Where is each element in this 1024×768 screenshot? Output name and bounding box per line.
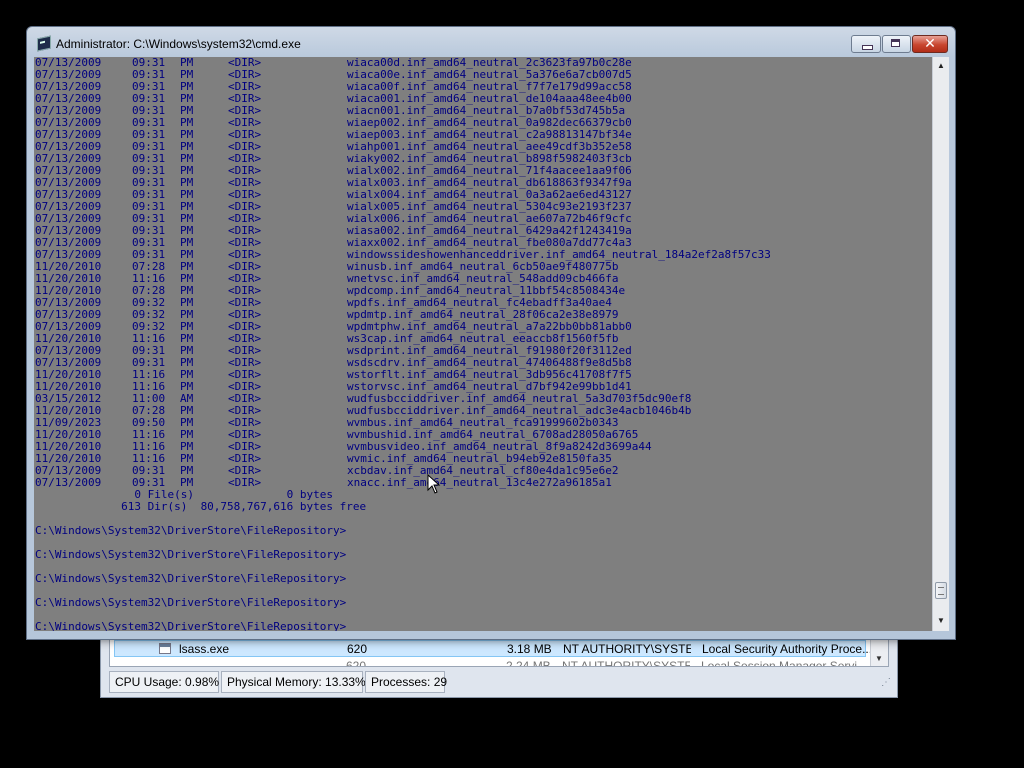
process-description: Local Session Manager Servi... xyxy=(701,659,868,667)
process-description: Local Security Authority Proce... xyxy=(702,642,873,656)
scroll-up-arrow-icon[interactable]: ▲ xyxy=(933,58,949,74)
command-prompt-line[interactable]: C:\Windows\System32\DriverStore\FileRepo… xyxy=(35,597,346,609)
process-count: Processes: 29 xyxy=(365,671,447,693)
close-button[interactable]: ✕ xyxy=(912,35,948,53)
resize-grip-icon[interactable]: ⋰ xyxy=(881,677,891,688)
command-prompt-line[interactable]: C:\Windows\System32\DriverStore\FileRepo… xyxy=(35,621,346,632)
entry-name: xnacc.inf_amd64_neutral_13c4e272a96185a1 xyxy=(347,476,612,489)
process-user: NT AUTHORITY\SYSTEM xyxy=(563,642,691,656)
cpu-usage: CPU Usage: 0.98% xyxy=(109,671,219,693)
process-user: NT AUTHORITY\SYSTEM xyxy=(562,659,690,667)
scroll-down-arrow-icon[interactable]: ▼ xyxy=(933,613,949,629)
scroll-thumb[interactable] xyxy=(935,582,947,599)
process-name: lsass.exe xyxy=(179,642,230,656)
dir-summary-line: 613 Dir(s) 80,758,767,616 bytes free xyxy=(35,500,367,513)
process-icon xyxy=(159,643,171,654)
window-title: Administrator: C:\Windows\system32\cmd.e… xyxy=(56,37,301,51)
command-prompt-line[interactable]: C:\Windows\System32\DriverStore\FileRepo… xyxy=(35,549,346,561)
process-pid: 620 xyxy=(347,642,368,656)
process-row[interactable]: 620 2.24 MB NT AUTHORITY\SYSTEM Local Se… xyxy=(114,658,867,667)
console-scrollbar[interactable]: ▲ ▼ xyxy=(932,57,949,631)
process-list-scrollbar[interactable]: ▼ xyxy=(870,638,888,666)
console-output[interactable]: 07/13/2009 09:31 PM <DIR> wiaca00d.inf_amd64… xyxy=(34,57,932,631)
command-prompt-line[interactable]: C:\Windows\System32\DriverStore\FileRepo… xyxy=(35,573,346,585)
process-list[interactable]: lsass.exe 620 3.18 MB NT AUTHORITY\SYSTE… xyxy=(109,637,889,667)
maximize-button[interactable] xyxy=(882,35,911,53)
process-row-selected[interactable]: lsass.exe 620 3.18 MB NT AUTHORITY\SYSTE… xyxy=(114,640,872,657)
process-pid: 620 xyxy=(346,659,367,667)
close-icon: ✕ xyxy=(924,36,936,52)
task-manager-window: lsass.exe 620 3.18 MB NT AUTHORITY\SYSTE… xyxy=(100,636,898,698)
title-bar[interactable]: Administrator: C:\Windows\system32\cmd.e… xyxy=(27,27,955,57)
scroll-down-arrow-icon[interactable]: ▼ xyxy=(875,654,883,663)
process-memory: 3.18 MB xyxy=(507,642,552,656)
mouse-cursor-icon xyxy=(427,474,441,494)
minimize-button[interactable] xyxy=(851,35,881,53)
cmd-icon[interactable] xyxy=(37,35,51,52)
cmd-window: Administrator: C:\Windows\system32\cmd.e… xyxy=(26,26,956,640)
status-bar: CPU Usage: 0.98% Physical Memory: 13.33%… xyxy=(105,671,891,695)
physical-memory: Physical Memory: 13.33% xyxy=(221,671,366,693)
process-memory: 2.24 MB xyxy=(506,659,551,667)
command-prompt-line[interactable]: C:\Windows\System32\DriverStore\FileRepo… xyxy=(35,525,346,537)
